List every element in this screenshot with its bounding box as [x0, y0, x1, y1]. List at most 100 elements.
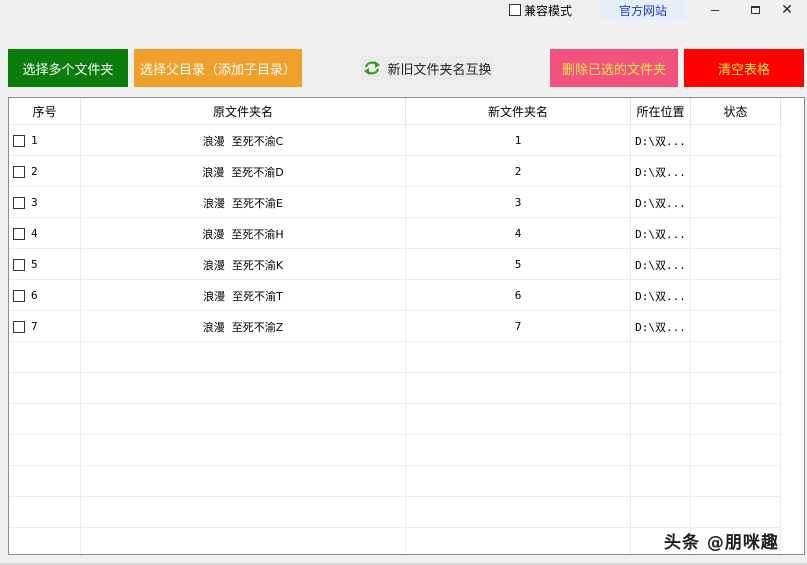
compat-mode-checkbox[interactable]: [509, 4, 521, 16]
cell-location: D:\双...: [631, 280, 691, 311]
select-multiple-folders-button[interactable]: 选择多个文件夹: [8, 49, 128, 87]
minimize-button[interactable]: [695, 0, 735, 20]
cell-index: 4: [9, 218, 81, 249]
cell-new-name: 4: [406, 218, 631, 249]
cell-new-name: [406, 404, 631, 435]
cell-index: 3: [9, 187, 81, 218]
minimize-icon: [711, 9, 719, 11]
folder-table[interactable]: 序号 原文件夹名 新文件夹名 所在位置 状态 1 浪漫 至死不渝C 1 D:\双...…: [8, 97, 805, 555]
cell-new-name: [406, 497, 631, 528]
cell-original-name: 浪漫 至死不渝K: [81, 249, 406, 280]
table-row[interactable]: [9, 434, 781, 466]
row-checkbox[interactable]: [13, 134, 25, 147]
cell-status: [691, 373, 781, 404]
table-row[interactable]: 3 浪漫 至死不渝E 3 D:\双...: [9, 186, 781, 218]
cell-status: [691, 249, 781, 280]
table-row[interactable]: [9, 341, 781, 373]
cell-location: [631, 435, 691, 466]
cell-index: [9, 342, 81, 373]
swap-names-button[interactable]: 新旧文件夹名互换: [361, 56, 494, 80]
cell-location: [631, 466, 691, 497]
cell-new-name: [406, 342, 631, 373]
table-row[interactable]: [9, 496, 781, 528]
table-row[interactable]: 7 浪漫 至死不渝Z 7 D:\双...: [9, 310, 781, 342]
table-row[interactable]: [9, 465, 781, 497]
cell-location: [631, 497, 691, 528]
row-index-label: 1: [31, 134, 38, 147]
cell-location: D:\双...: [631, 187, 691, 218]
row-checkbox[interactable]: [13, 196, 25, 209]
compat-mode-toggle[interactable]: 兼容模式: [509, 2, 572, 18]
row-checkbox[interactable]: [13, 165, 25, 178]
row-index-label: 5: [31, 258, 38, 271]
cell-index: 7: [9, 311, 81, 342]
cell-new-name: 2: [406, 156, 631, 187]
cell-location: [631, 373, 691, 404]
header-location[interactable]: 所在位置: [631, 98, 691, 124]
table-row[interactable]: 2 浪漫 至死不渝D 2 D:\双...: [9, 155, 781, 187]
cell-status: [691, 435, 781, 466]
cell-new-name: [406, 528, 631, 554]
row-index-label: 2: [31, 165, 38, 178]
cell-original-name: [81, 466, 406, 497]
cell-index: 6: [9, 280, 81, 311]
maximize-icon: [750, 6, 760, 14]
close-button[interactable]: ✕: [767, 0, 807, 20]
cell-original-name: 浪漫 至死不渝Z: [81, 311, 406, 342]
cell-location: [631, 342, 691, 373]
row-index-label: 3: [31, 196, 38, 209]
delete-selected-folders-button[interactable]: 删除已选的文件夹: [550, 49, 678, 87]
cell-original-name: 浪漫 至死不渝E: [81, 187, 406, 218]
row-checkbox[interactable]: [13, 258, 25, 271]
table-row[interactable]: 1 浪漫 至死不渝C 1 D:\双...: [9, 124, 781, 156]
cell-new-name: [406, 373, 631, 404]
header-status[interactable]: 状态: [691, 98, 781, 124]
cell-new-name: 1: [406, 125, 631, 156]
cell-index: 2: [9, 156, 81, 187]
cell-index: [9, 373, 81, 404]
cell-new-name: 5: [406, 249, 631, 280]
table-row[interactable]: [9, 372, 781, 404]
cell-status: [691, 466, 781, 497]
table-row[interactable]: 6 浪漫 至死不渝T 6 D:\双...: [9, 279, 781, 311]
cell-index: [9, 466, 81, 497]
cell-original-name: 浪漫 至死不渝D: [81, 156, 406, 187]
cell-original-name: [81, 404, 406, 435]
cell-original-name: 浪漫 至死不渝T: [81, 280, 406, 311]
swap-names-label: 新旧文件夹名互换: [387, 62, 492, 78]
cell-status: [691, 311, 781, 342]
table-row[interactable]: 4 浪漫 至死不渝H 4 D:\双...: [9, 217, 781, 249]
header-original-name[interactable]: 原文件夹名: [81, 98, 406, 124]
header-index[interactable]: 序号: [9, 98, 81, 124]
cell-new-name: 6: [406, 280, 631, 311]
cell-status: [691, 497, 781, 528]
clear-table-button[interactable]: 清空表格: [684, 49, 804, 87]
compat-mode-label: 兼容模式: [524, 3, 573, 18]
row-index-label: 6: [31, 289, 38, 302]
row-checkbox[interactable]: [13, 289, 25, 302]
cell-status: [691, 156, 781, 187]
cell-status: [691, 125, 781, 156]
table-header: 序号 原文件夹名 新文件夹名 所在位置 状态: [9, 98, 781, 124]
row-checkbox[interactable]: [13, 320, 25, 333]
header-new-name[interactable]: 新文件夹名: [406, 98, 631, 124]
cell-location: D:\双...: [631, 218, 691, 249]
cell-location: [631, 404, 691, 435]
watermark: 头条 @朋咪趣: [664, 533, 779, 553]
table-row[interactable]: [9, 403, 781, 435]
cell-status: [691, 342, 781, 373]
select-parent-directory-button[interactable]: 选择父目录（添加子目录）: [134, 49, 302, 87]
table-row[interactable]: 5 浪漫 至死不渝K 5 D:\双...: [9, 248, 781, 280]
cell-status: [691, 218, 781, 249]
cell-status: [691, 404, 781, 435]
cell-original-name: [81, 373, 406, 404]
row-checkbox[interactable]: [13, 227, 25, 240]
cell-original-name: [81, 528, 406, 554]
cell-location: D:\双...: [631, 156, 691, 187]
official-site-link[interactable]: 官方网站: [600, 0, 686, 20]
close-icon: ✕: [781, 2, 793, 18]
cell-location: D:\双...: [631, 125, 691, 156]
title-bar: 兼容模式 官方网站 ✕: [0, 0, 807, 22]
cell-new-name: 3: [406, 187, 631, 218]
cell-index: 5: [9, 249, 81, 280]
